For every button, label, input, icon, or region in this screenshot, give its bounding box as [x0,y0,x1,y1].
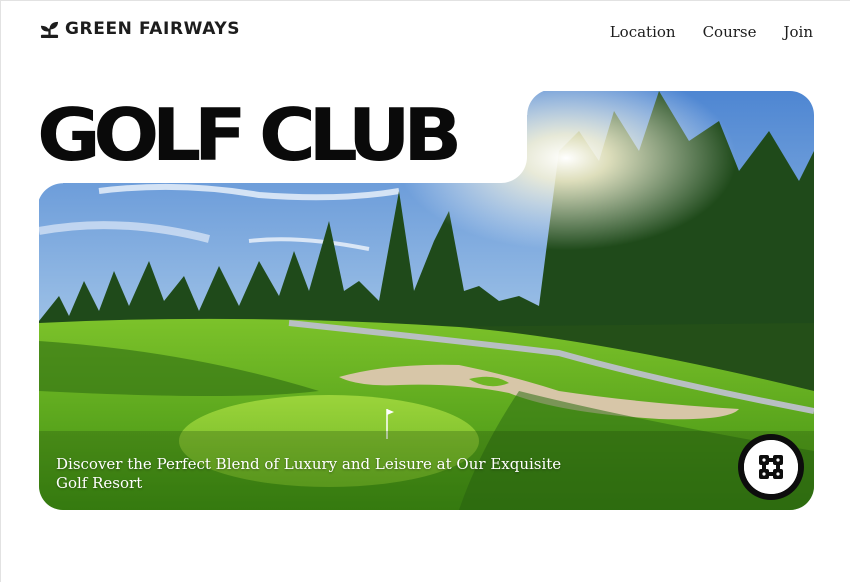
main-nav: Location Course Join [610,22,813,42]
nav-link-location[interactable]: Location [610,22,676,42]
badge-inner [744,440,798,494]
brand[interactable]: GREEN FAIRWAYS [40,19,240,39]
headline-panel: GOLF CLUB [37,89,553,209]
brand-name: GREEN FAIRWAYS [65,19,241,39]
hero-badge-button[interactable] [738,434,804,500]
nav-link-join[interactable]: Join [783,22,813,42]
hero-tagline: Discover the Perfect Blend of Luxury and… [56,455,562,492]
nav-link-course[interactable]: Course [703,22,757,42]
page-title: GOLF CLUB [37,93,462,177]
hero: GOLF CLUB Discover the Perfect Blend of … [37,89,814,510]
sprout-icon [40,21,59,38]
grid-pattern-icon [759,455,783,479]
